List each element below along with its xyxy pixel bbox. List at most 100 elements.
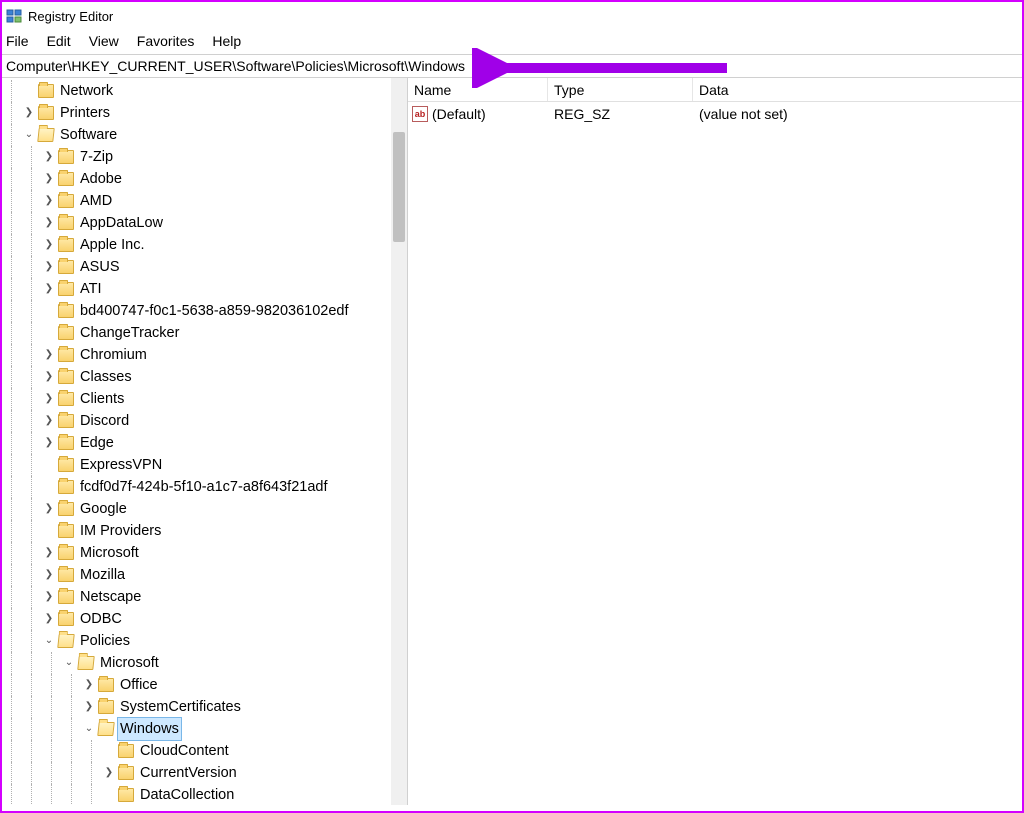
tree-node-label[interactable]: Windows <box>118 718 181 740</box>
tree-node-label[interactable]: Apple Inc. <box>78 234 147 256</box>
tree-scrollbar[interactable] <box>391 78 407 805</box>
tree-node-label[interactable]: CurrentVersion <box>138 762 239 784</box>
chevron-right-icon[interactable]: ❯ <box>22 106 36 120</box>
tree-node[interactable]: ChangeTracker <box>2 322 407 344</box>
tree-node[interactable]: ❯ CurrentVersion <box>2 762 407 784</box>
chevron-right-icon[interactable]: ❯ <box>82 678 96 692</box>
chevron-right-icon[interactable]: ❯ <box>42 194 56 208</box>
chevron-right-icon[interactable]: ❯ <box>42 546 56 560</box>
tree-node-label[interactable]: Edge <box>78 432 116 454</box>
tree-node[interactable]: ⌄ Policies <box>2 630 407 652</box>
tree-node-label[interactable]: Printers <box>58 102 112 124</box>
tree-node[interactable]: ❯ ODBC <box>2 608 407 630</box>
chevron-down-icon[interactable]: ⌄ <box>62 656 76 670</box>
column-headers[interactable]: Name Type Data <box>408 78 1022 102</box>
scrollbar-thumb[interactable] <box>393 132 405 242</box>
tree-node[interactable]: ❯ Adobe <box>2 168 407 190</box>
chevron-right-icon[interactable]: ❯ <box>42 260 56 274</box>
tree-node-label[interactable]: ASUS <box>78 256 122 278</box>
tree-node-label[interactable]: Microsoft <box>98 652 161 674</box>
tree-node[interactable]: ⌄ Windows <box>2 718 407 740</box>
tree-node[interactable]: ❯ 7-Zip <box>2 146 407 168</box>
tree-node[interactable]: DataCollection <box>2 784 407 805</box>
tree-node-label[interactable]: Chromium <box>78 344 149 366</box>
tree-node[interactable]: ❯ Chromium <box>2 344 407 366</box>
tree-node[interactable]: ❯ Google <box>2 498 407 520</box>
tree-node[interactable]: ⌄ Microsoft <box>2 652 407 674</box>
chevron-right-icon[interactable]: ❯ <box>42 612 56 626</box>
chevron-right-icon[interactable]: ❯ <box>42 414 56 428</box>
col-header-type[interactable]: Type <box>548 78 693 101</box>
chevron-right-icon[interactable]: ❯ <box>42 150 56 164</box>
chevron-right-icon[interactable]: ❯ <box>42 172 56 186</box>
menu-edit[interactable]: Edit <box>47 33 71 49</box>
tree-node[interactable]: bd400747-f0c1-5638-a859-982036102edf <box>2 300 407 322</box>
tree-node-label[interactable]: Adobe <box>78 168 124 190</box>
chevron-down-icon[interactable]: ⌄ <box>22 128 36 142</box>
chevron-right-icon[interactable]: ❯ <box>42 568 56 582</box>
tree-node-label[interactable]: Network <box>58 80 115 102</box>
tree-node[interactable]: ❯ Apple Inc. <box>2 234 407 256</box>
chevron-right-icon[interactable]: ❯ <box>102 766 116 780</box>
tree-node[interactable]: ❯ Classes <box>2 366 407 388</box>
chevron-right-icon[interactable]: ❯ <box>42 392 56 406</box>
chevron-right-icon[interactable]: ❯ <box>42 502 56 516</box>
tree-node[interactable]: IM Providers <box>2 520 407 542</box>
tree-node[interactable]: fcdf0d7f-424b-5f10-a1c7-a8f643f21adf <box>2 476 407 498</box>
chevron-right-icon[interactable]: ❯ <box>42 216 56 230</box>
tree-node[interactable]: ❯ AMD <box>2 190 407 212</box>
tree-node-label[interactable]: Policies <box>78 630 132 652</box>
chevron-down-icon[interactable]: ⌄ <box>42 634 56 648</box>
tree-node[interactable]: ❯Netscape <box>2 586 407 608</box>
tree-node-label[interactable]: Clients <box>78 388 126 410</box>
menu-view[interactable]: View <box>89 33 119 49</box>
chevron-right-icon[interactable]: ❯ <box>42 282 56 296</box>
tree-node[interactable]: ❯ Clients <box>2 388 407 410</box>
tree-node-label[interactable]: ODBC <box>78 608 124 630</box>
tree-node-label[interactable]: IM Providers <box>78 520 163 542</box>
tree-node-label[interactable]: 7-Zip <box>78 146 115 168</box>
tree-node[interactable]: ❯ Printers <box>2 102 407 124</box>
tree-node[interactable]: ExpressVPN <box>2 454 407 476</box>
tree-node-label[interactable]: Google <box>78 498 129 520</box>
chevron-right-icon[interactable]: ❯ <box>42 238 56 252</box>
tree-node[interactable]: ❯ Edge <box>2 432 407 454</box>
chevron-right-icon[interactable]: ❯ <box>42 370 56 384</box>
tree-node-label[interactable]: CloudContent <box>138 740 231 762</box>
tree-node-label[interactable]: ATI <box>78 278 103 300</box>
tree-node-label[interactable]: Classes <box>78 366 134 388</box>
tree-node-label[interactable]: fcdf0d7f-424b-5f10-a1c7-a8f643f21adf <box>78 476 330 498</box>
tree-node[interactable]: CloudContent <box>2 740 407 762</box>
tree-node[interactable]: ❯ AppDataLow <box>2 212 407 234</box>
tree-node-label[interactable]: AMD <box>78 190 114 212</box>
tree-node-label[interactable]: ExpressVPN <box>78 454 164 476</box>
chevron-down-icon[interactable]: ⌄ <box>82 722 96 736</box>
tree-node[interactable]: ❯ Microsoft <box>2 542 407 564</box>
chevron-right-icon[interactable]: ❯ <box>82 700 96 714</box>
tree-node-label[interactable]: SystemCertificates <box>118 696 243 718</box>
tree-node[interactable]: ❯ ATI <box>2 278 407 300</box>
tree-node[interactable]: ❯ SystemCertificates <box>2 696 407 718</box>
tree-node[interactable]: ❯ Discord <box>2 410 407 432</box>
menu-favorites[interactable]: Favorites <box>137 33 195 49</box>
address-bar[interactable]: Computer\HKEY_CURRENT_USER\Software\Poli… <box>2 54 1022 78</box>
tree-node[interactable]: Network <box>2 80 407 102</box>
tree-node[interactable]: ⌄ Software <box>2 124 407 146</box>
tree-node-label[interactable]: bd400747-f0c1-5638-a859-982036102edf <box>78 300 350 322</box>
col-header-data[interactable]: Data <box>693 78 1022 101</box>
tree-node-label[interactable]: Discord <box>78 410 131 432</box>
chevron-right-icon[interactable]: ❯ <box>42 348 56 362</box>
col-header-name[interactable]: Name <box>408 78 548 101</box>
tree-node-label[interactable]: AppDataLow <box>78 212 165 234</box>
tree-node[interactable]: ❯ Office <box>2 674 407 696</box>
tree-node[interactable]: ❯ ASUS <box>2 256 407 278</box>
tree-node-label[interactable]: Office <box>118 674 160 696</box>
menu-file[interactable]: File <box>6 33 29 49</box>
tree-node-label[interactable]: Software <box>58 124 119 146</box>
chevron-right-icon[interactable]: ❯ <box>42 590 56 604</box>
tree-node-label[interactable]: Microsoft <box>78 542 141 564</box>
menu-help[interactable]: Help <box>212 33 241 49</box>
chevron-right-icon[interactable]: ❯ <box>42 436 56 450</box>
tree-node[interactable]: ❯Mozilla <box>2 564 407 586</box>
tree-node-label[interactable]: ChangeTracker <box>78 322 181 344</box>
